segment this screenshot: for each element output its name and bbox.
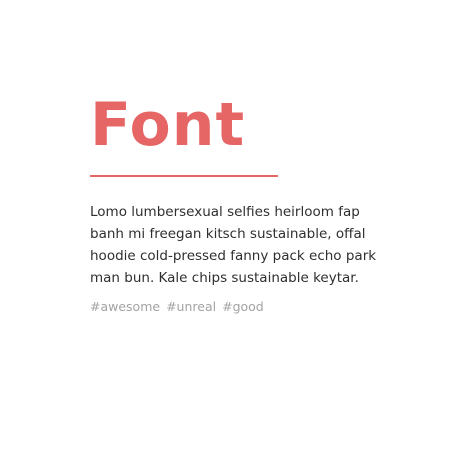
card: Font Lomo lumbersexual selfies heirloom … bbox=[90, 95, 390, 314]
title-divider bbox=[90, 175, 278, 177]
tag-awesome: #awesome bbox=[90, 299, 161, 314]
tag-good: #good bbox=[222, 299, 264, 314]
tag-unreal: #unreal bbox=[166, 299, 217, 314]
card-body: Lomo lumbersexual selfies heirloom fap b… bbox=[90, 204, 377, 286]
card-title: Font bbox=[90, 90, 246, 160]
tag-list: #awesome #unreal #good bbox=[90, 299, 390, 314]
